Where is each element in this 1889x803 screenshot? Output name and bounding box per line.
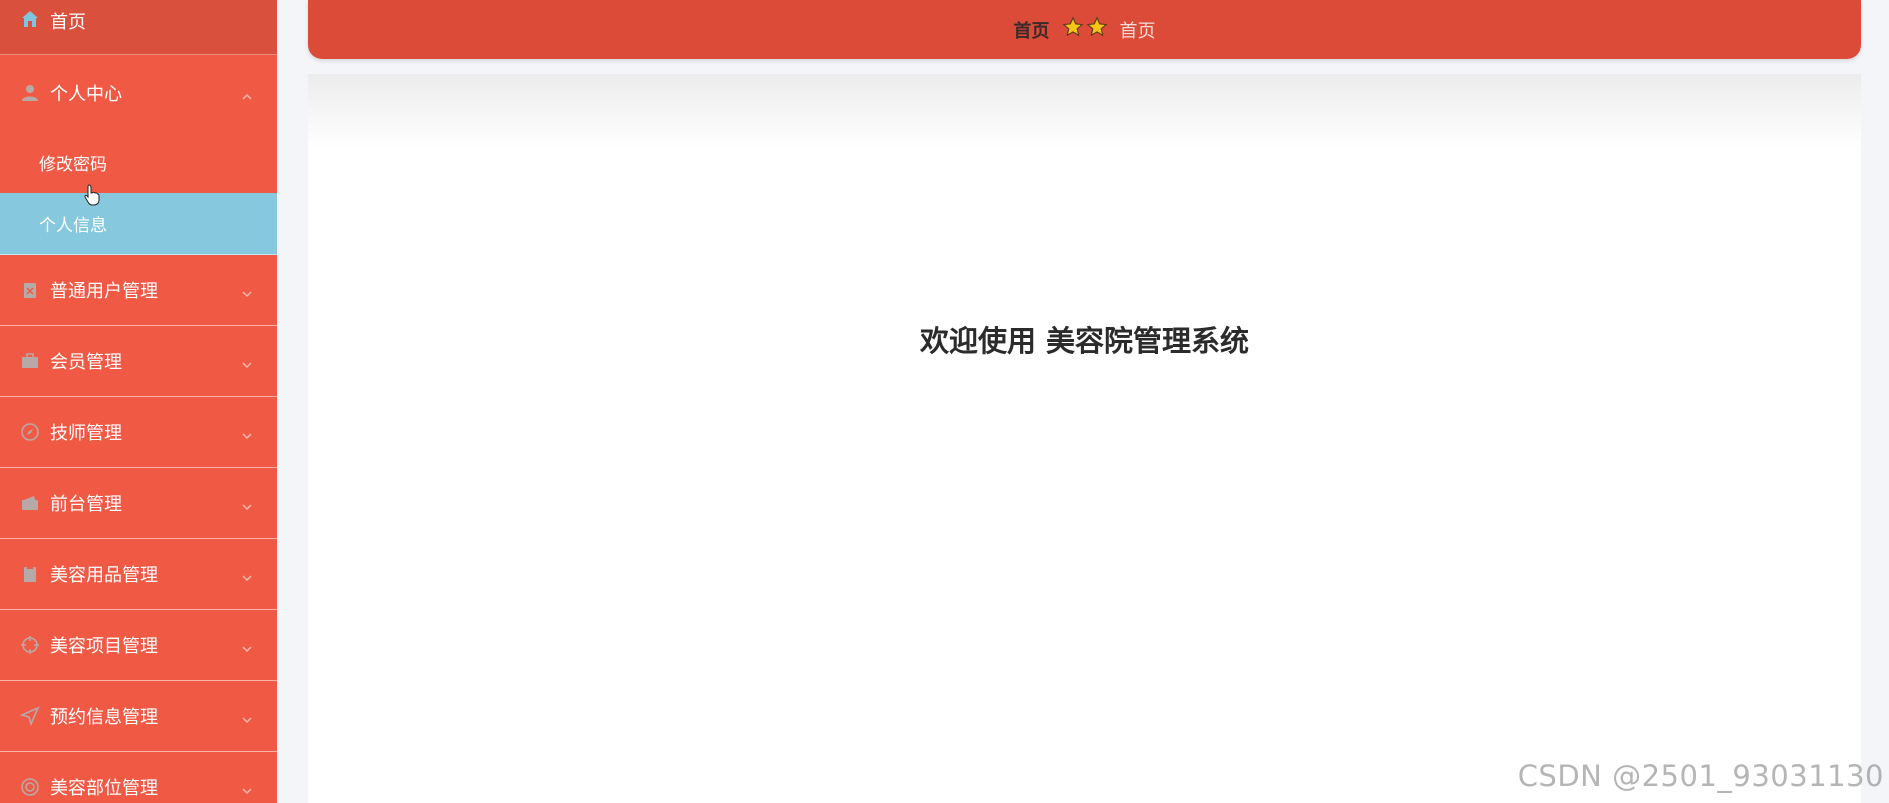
compass-icon [19,421,41,443]
sidebar-item-technicians[interactable]: 技师管理 [0,397,277,468]
wallet-icon [19,492,41,514]
chevron-down-icon [241,355,253,368]
chevron-down-icon [241,426,253,439]
chevron-down-icon [241,568,253,581]
breadcrumb-home-link[interactable]: 首页 [1014,17,1050,43]
app-root: 首页 个人中心 修改密码 个人信息 普通用户管理 会员管理 技师管理 前台管理 … [0,0,1889,803]
sidebar-item-label: 美容用品管理 [50,565,158,586]
sidebar-item-label: 会员管理 [50,352,122,373]
clipboard-icon [19,563,41,585]
sidebar-item-front-desk[interactable]: 前台管理 [0,468,277,539]
sidebar-item-beauty-projects[interactable]: 美容项目管理 [0,610,277,681]
star-icon [1062,16,1084,43]
home-icon [19,8,41,30]
chevron-up-icon [241,87,253,100]
chevron-down-icon [241,710,253,723]
sidebar-item-label: 美容项目管理 [50,636,158,657]
welcome-title: 欢迎使用 美容院管理系统 [919,324,1250,358]
star-icon [1086,16,1108,43]
sidebar-subitem-change-password[interactable]: 修改密码 [0,131,277,193]
breadcrumb: 首页 首页 [308,0,1861,59]
sidebar-item-label: 普通用户管理 [50,281,158,302]
target-icon [19,634,41,656]
chevron-down-icon [241,639,253,652]
navigation-icon [19,705,41,727]
breadcrumb-current: 首页 [1119,20,1156,42]
clipboard-user-icon [19,279,41,301]
sidebar-item-label: 技师管理 [50,423,122,444]
sidebar-item-beauty-parts[interactable]: 美容部位管理 [0,752,277,803]
sidebar: 首页 个人中心 修改密码 个人信息 普通用户管理 会员管理 技师管理 前台管理 … [0,0,277,803]
sidebar-item-label: 个人中心 [50,84,122,105]
circle-target-icon [19,776,41,798]
sidebar-item-regular-users[interactable]: 普通用户管理 [0,255,277,326]
sidebar-item-beauty-supplies[interactable]: 美容用品管理 [0,539,277,610]
sidebar-subitem-label: 个人信息 [39,216,107,236]
sidebar-item-label: 前台管理 [50,494,122,515]
user-icon [19,82,41,104]
sidebar-item-members[interactable]: 会员管理 [0,326,277,397]
sidebar-subitem-personal-info[interactable]: 个人信息 [0,193,277,255]
chevron-down-icon [241,781,253,794]
sidebar-item-label: 预约信息管理 [50,707,158,728]
sidebar-item-label: 首页 [50,12,86,33]
sidebar-item-personal-center[interactable]: 个人中心 [0,55,277,131]
watermark: CSDN @2501_93031130 [1517,759,1884,793]
sidebar-item-label: 美容部位管理 [50,778,158,799]
briefcase-icon [19,350,41,372]
sidebar-item-home[interactable]: 首页 [0,0,277,55]
sidebar-subitem-label: 修改密码 [39,154,107,175]
chevron-down-icon [241,284,253,297]
chevron-down-icon [241,497,253,510]
sidebar-item-appointments[interactable]: 预约信息管理 [0,681,277,752]
breadcrumb-separator [1062,16,1108,43]
main-content: 欢迎使用 美容院管理系统 [308,74,1861,803]
